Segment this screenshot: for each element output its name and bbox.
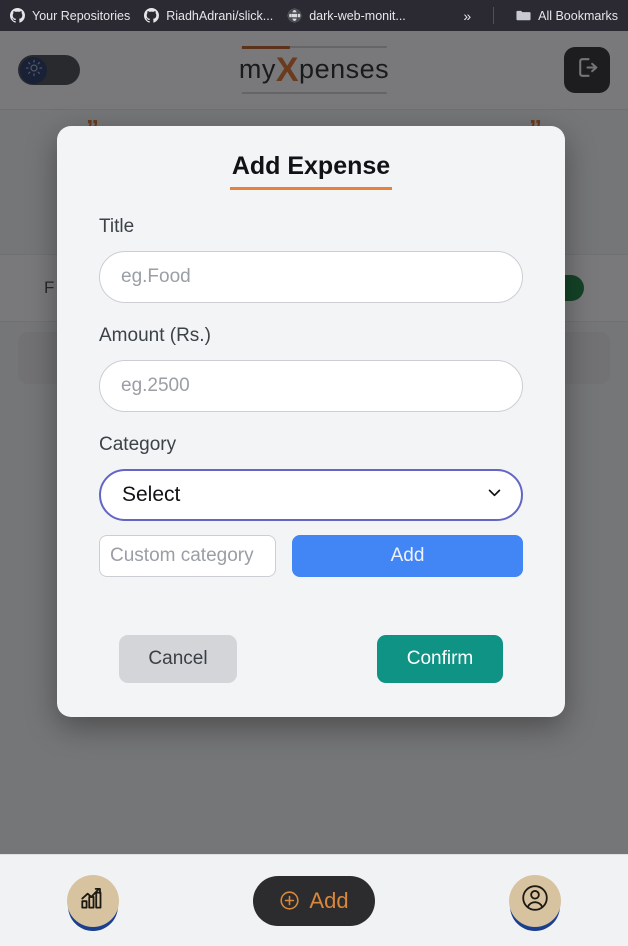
custom-category-row: Add — [99, 535, 523, 577]
nav-add-label: Add — [309, 887, 349, 913]
all-bookmarks-label: All Bookmarks — [538, 8, 618, 23]
category-label: Category — [99, 434, 177, 455]
custom-category-input[interactable] — [99, 535, 276, 577]
amount-label: Amount (Rs.) — [99, 325, 211, 346]
bookmarks-bar: Your Repositories RiadhAdrani/slick... d… — [0, 0, 628, 31]
chart-growth-icon — [78, 883, 108, 918]
category-field-group: Category Select Add — [99, 434, 523, 577]
amount-field-group: Amount (Rs.) — [99, 325, 523, 412]
modal-actions: Cancel Confirm — [99, 635, 523, 683]
bookmark-item[interactable]: Your Repositories — [10, 8, 130, 23]
globe-icon — [287, 8, 302, 23]
category-select[interactable]: Select — [99, 469, 523, 521]
bookmark-item[interactable]: RiadhAdrani/slick... — [144, 8, 273, 23]
bookmark-label: Your Repositories — [32, 8, 131, 23]
add-expense-modal: Add Expense Title Amount (Rs.) Category … — [57, 126, 565, 717]
nav-add-button[interactable]: Add — [253, 875, 375, 926]
plus-circle-icon — [279, 890, 300, 911]
category-select-wrapper: Select — [99, 469, 523, 521]
title-field-group: Title — [99, 216, 523, 303]
modal-title: Add Expense — [99, 152, 523, 190]
folder-icon — [516, 8, 531, 23]
cancel-button[interactable]: Cancel — [119, 635, 237, 683]
bookmark-item[interactable]: dark-web-monit... — [287, 8, 406, 23]
category-select-value: Select — [122, 483, 181, 506]
amount-input[interactable] — [99, 360, 523, 412]
confirm-button[interactable]: Confirm — [377, 635, 503, 683]
github-icon — [144, 8, 160, 23]
title-label: Title — [99, 216, 135, 237]
user-circle-icon — [520, 883, 550, 918]
title-input[interactable] — [99, 251, 523, 303]
bookmarks-divider — [493, 7, 495, 24]
all-bookmarks-button[interactable]: All Bookmarks — [508, 8, 618, 23]
add-category-button[interactable]: Add — [292, 535, 523, 577]
bookmark-label: RiadhAdrani/slick... — [166, 8, 274, 23]
nav-statistics-button[interactable] — [67, 874, 120, 927]
bookmarks-overflow-button[interactable]: » — [455, 8, 479, 24]
bookmark-label: dark-web-monit... — [309, 8, 406, 23]
github-icon — [10, 8, 25, 23]
nav-profile-button[interactable] — [508, 874, 561, 927]
bottom-navigation: Add — [0, 854, 628, 946]
